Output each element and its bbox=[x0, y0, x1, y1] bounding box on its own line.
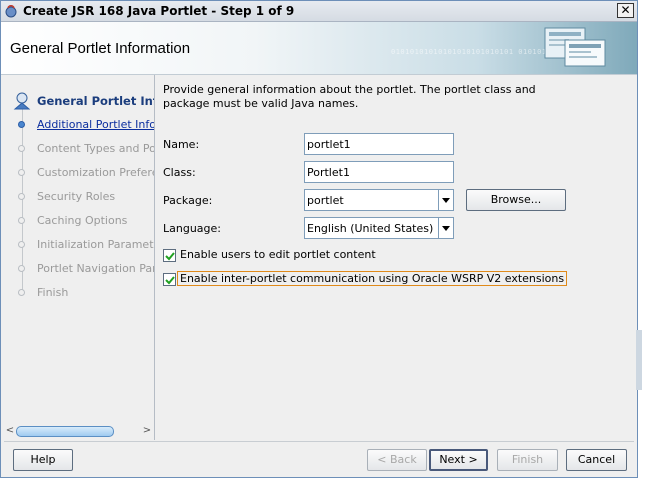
finish-button[interactable]: Finish bbox=[497, 449, 558, 471]
scroll-left-icon[interactable]: < bbox=[5, 425, 15, 437]
nav-step-initialization-parameters: Initialization Parameters bbox=[4, 235, 154, 255]
nav-step-label: Initialization Parameters bbox=[37, 238, 154, 251]
step-dot-icon bbox=[18, 241, 25, 248]
package-combo[interactable]: portlet bbox=[304, 189, 454, 211]
step-dot-icon bbox=[18, 217, 25, 224]
class-input[interactable] bbox=[304, 161, 454, 183]
footer-divider bbox=[4, 441, 634, 442]
enable-edit-checkbox[interactable] bbox=[163, 249, 176, 262]
window-edge bbox=[636, 330, 642, 390]
enable-edit-label: Enable users to edit portlet content bbox=[180, 248, 376, 261]
chevron-down-icon[interactable] bbox=[438, 218, 453, 238]
wizard-header: General Portlet Information 010101010101… bbox=[1, 22, 637, 75]
step-dot-icon bbox=[18, 145, 25, 152]
wizard-window: Create JSR 168 Java Portlet - Step 1 of … bbox=[0, 0, 638, 478]
step-dot-icon bbox=[18, 265, 25, 272]
name-label: Name: bbox=[163, 138, 200, 151]
nav-step-label: General Portlet Information bbox=[37, 94, 154, 108]
steps-navigation: General Portlet Information Additional P… bbox=[4, 75, 155, 440]
step-dot-icon bbox=[18, 169, 25, 176]
enable-ipc-checkbox[interactable] bbox=[163, 273, 176, 286]
nav-step-label: Portlet Navigation Parameters bbox=[37, 262, 154, 275]
chevron-down-icon[interactable] bbox=[438, 190, 453, 210]
checkmark-icon bbox=[165, 252, 175, 261]
cancel-button[interactable]: Cancel bbox=[566, 449, 627, 471]
help-button-label: Help bbox=[30, 453, 56, 466]
app-icon bbox=[5, 5, 17, 18]
scrollbar-thumb[interactable] bbox=[16, 426, 114, 437]
name-input[interactable] bbox=[304, 133, 454, 155]
nav-step-label: Additional Portlet Information bbox=[37, 118, 154, 131]
current-step-icon bbox=[13, 92, 31, 110]
nav-step-label: Caching Options bbox=[37, 214, 128, 227]
nav-step-label: Customization Preferences bbox=[37, 166, 154, 179]
nav-step-label: Finish bbox=[37, 286, 69, 299]
nav-step-customization-preferences: Customization Preferences bbox=[4, 163, 154, 183]
help-button[interactable]: Help bbox=[13, 449, 73, 471]
close-button[interactable]: ✕ bbox=[617, 3, 634, 18]
browse-button[interactable]: Browse... bbox=[466, 189, 566, 211]
enable-ipc-label: Enable inter-portlet communication using… bbox=[177, 271, 568, 286]
nav-step-security-roles: Security Roles bbox=[4, 187, 154, 207]
nav-step-label: Content Types and Portlet Modes bbox=[37, 142, 154, 155]
nav-step-content-types: Content Types and Portlet Modes bbox=[4, 139, 154, 159]
step-dot-icon bbox=[18, 289, 25, 296]
close-icon: ✕ bbox=[620, 3, 631, 17]
language-select[interactable]: English (United States) bbox=[304, 217, 454, 239]
instructions-text: Provide general information about the po… bbox=[163, 83, 536, 110]
language-value: English (United States) bbox=[307, 222, 434, 235]
step-dot-icon bbox=[18, 121, 25, 128]
scroll-right-icon[interactable]: > bbox=[142, 425, 152, 437]
nav-step-label: Security Roles bbox=[37, 190, 116, 203]
nav-step-finish: Finish bbox=[4, 283, 154, 303]
header-graphic-icon bbox=[544, 27, 606, 67]
nav-horizontal-scrollbar[interactable]: < > bbox=[5, 424, 153, 438]
language-label: Language: bbox=[163, 222, 221, 235]
focus-indicator: Enable inter-portlet communication using… bbox=[177, 271, 568, 286]
nav-step-portlet-navigation-parameters: Portlet Navigation Parameters bbox=[4, 259, 154, 279]
back-button[interactable]: < Back bbox=[367, 449, 427, 471]
package-label: Package: bbox=[163, 194, 213, 207]
class-label: Class: bbox=[163, 166, 196, 179]
page-title: General Portlet Information bbox=[10, 40, 191, 57]
nav-step-additional-portlet-information[interactable]: Additional Portlet Information bbox=[4, 115, 154, 135]
next-button[interactable]: Next > bbox=[429, 449, 488, 471]
package-value: portlet bbox=[307, 194, 344, 207]
window-title: Create JSR 168 Java Portlet - Step 1 of … bbox=[23, 4, 295, 18]
nav-step-general-portlet-information[interactable]: General Portlet Information bbox=[4, 91, 154, 111]
title-bar[interactable]: Create JSR 168 Java Portlet - Step 1 of … bbox=[1, 1, 637, 22]
nav-step-caching-options: Caching Options bbox=[4, 211, 154, 231]
checkmark-icon bbox=[165, 276, 175, 285]
step-dot-icon bbox=[18, 193, 25, 200]
